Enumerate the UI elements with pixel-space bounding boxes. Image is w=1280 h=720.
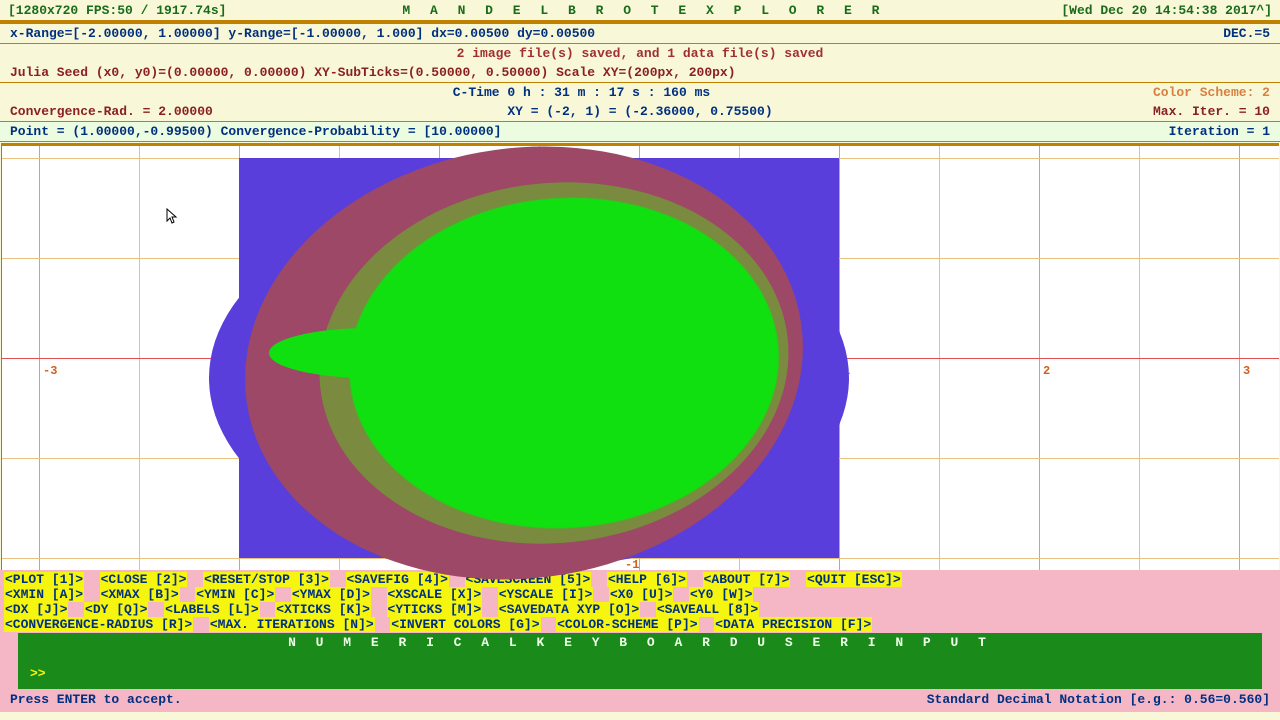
menu-cmd[interactable]: <SAVEFIG [4]> [346,572,449,587]
point-probability: Point = (1.00000,-0.99500) Convergence-P… [10,124,501,139]
command-menu: <PLOT [1]> <CLOSE [2]> <RESET/STOP [3]> … [0,570,1280,712]
julia-row: Julia Seed (x0, y0)=(0.00000, 0.00000) X… [0,63,1280,83]
menu-row-3: <DX [J]> <DY [Q]> <LABELS [L]> <XTICKS [… [0,602,1280,617]
app-title: M A N D E L B R O T E X P L O R E R [402,3,885,18]
notation-hint: Standard Decimal Notation [e.g.: 0.56=0.… [927,692,1270,707]
tick-x-3: 3 [1243,364,1250,378]
menu-cmd[interactable]: <ABOUT [7]> [703,572,791,587]
menu-cmd[interactable]: <YTICKS [M]> [387,602,483,617]
menu-cmd[interactable]: <SAVEALL [8]> [656,602,759,617]
menu-cmd[interactable]: <DY [Q]> [84,602,148,617]
convergence-radius: Convergence-Rad. = 2.00000 [10,104,213,119]
menu-cmd[interactable]: <INVERT COLORS [G]> [390,617,540,632]
menu-cmd[interactable]: <RESET/STOP [3]> [203,572,330,587]
footer-bar: Press ENTER to accept. Standard Decimal … [0,689,1280,710]
menu-cmd[interactable]: <XTICKS [K]> [275,602,371,617]
plot-canvas[interactable]: -3 1 2 3 -1 [1,143,1279,570]
menu-cmd[interactable]: <LABELS [L]> [164,602,260,617]
cursor-icon [166,208,178,224]
menu-cmd[interactable]: <MAX. ITERATIONS [N]> [209,617,375,632]
menu-cmd[interactable]: <YMIN [C]> [195,587,275,602]
enter-hint: Press ENTER to accept. [10,692,182,707]
menu-row-2: <XMIN [A]> <XMAX [B]> <YMIN [C]> <YMAX [… [0,587,1280,602]
save-status-row: 2 image file(s) saved, and 1 data file(s… [0,44,1280,63]
input-prompt[interactable]: >> [24,666,1256,681]
menu-cmd[interactable]: <PLOT [1]> [4,572,84,587]
compute-time-row: C-Time 0 h : 31 m : 17 s : 160 ms Color … [0,83,1280,102]
menu-row-1: <PLOT [1]> <CLOSE [2]> <RESET/STOP [3]> … [0,572,1280,587]
input-panel: N U M E R I C A L K E Y B O A R D U S E … [18,633,1262,689]
input-heading: N U M E R I C A L K E Y B O A R D U S E … [24,635,1256,650]
datetime: [Wed Dec 20 14:54:38 2017^] [1061,3,1272,18]
menu-cmd[interactable]: <QUIT [ESC]> [806,572,902,587]
menu-cmd[interactable]: <DATA PRECISION [F]> [714,617,872,632]
menu-cmd[interactable]: <CONVERGENCE-RADIUS [R]> [4,617,193,632]
menu-row-4: <CONVERGENCE-RADIUS [R]> <MAX. ITERATION… [0,617,1280,632]
convergence-row: Convergence-Rad. = 2.00000 XY = (-2, 1) … [0,102,1280,122]
range-row: x-Range=[-2.00000, 1.00000] y-Range=[-1.… [0,22,1280,44]
julia-seed: Julia Seed (x0, y0)=(0.00000, 0.00000) X… [10,65,736,80]
menu-cmd[interactable]: <XMAX [B]> [100,587,180,602]
save-status: 2 image file(s) saved, and 1 data file(s… [457,46,824,61]
menu-cmd[interactable]: <X0 [U]> [609,587,673,602]
menu-cmd[interactable]: <XMIN [A]> [4,587,84,602]
menu-cmd[interactable]: <XSCALE [X]> [387,587,483,602]
menu-cmd[interactable]: <YMAX [D]> [291,587,371,602]
decimal-precision: DEC.=5 [1223,26,1270,41]
menu-cmd[interactable]: <CLOSE [2]> [100,572,188,587]
max-iterations: Max. Iter. = 10 [1153,104,1270,119]
title-bar: [1280x720 FPS:50 / 1917.74s] M A N D E L… [0,0,1280,22]
menu-cmd[interactable]: <YSCALE [I]> [498,587,594,602]
iteration-count: Iteration = 1 [1169,124,1270,139]
xy-range: x-Range=[-2.00000, 1.00000] y-Range=[-1.… [10,26,595,41]
tick-y-neg1: -1 [625,558,639,572]
compute-time: C-Time 0 h : 31 m : 17 s : 160 ms [453,85,710,100]
point-row: Point = (1.00000,-0.99500) Convergence-P… [0,122,1280,142]
tick-x-neg3: -3 [43,364,57,378]
xy-coords: XY = (-2, 1) = (-2.36000, 0.75500) [507,104,772,119]
menu-cmd[interactable]: <SAVEDATA XYP [O]> [498,602,640,617]
menu-cmd[interactable]: <DX [J]> [4,602,68,617]
menu-cmd[interactable]: <COLOR-SCHEME [P]> [556,617,698,632]
color-scheme: Color Scheme: 2 [1153,85,1270,100]
tick-x-2: 2 [1043,364,1050,378]
resolution-fps: [1280x720 FPS:50 / 1917.74s] [8,3,226,18]
mandelbrot-render [239,158,839,558]
menu-cmd[interactable]: <HELP [6]> [607,572,687,587]
menu-cmd[interactable]: <Y0 [W]> [689,587,753,602]
